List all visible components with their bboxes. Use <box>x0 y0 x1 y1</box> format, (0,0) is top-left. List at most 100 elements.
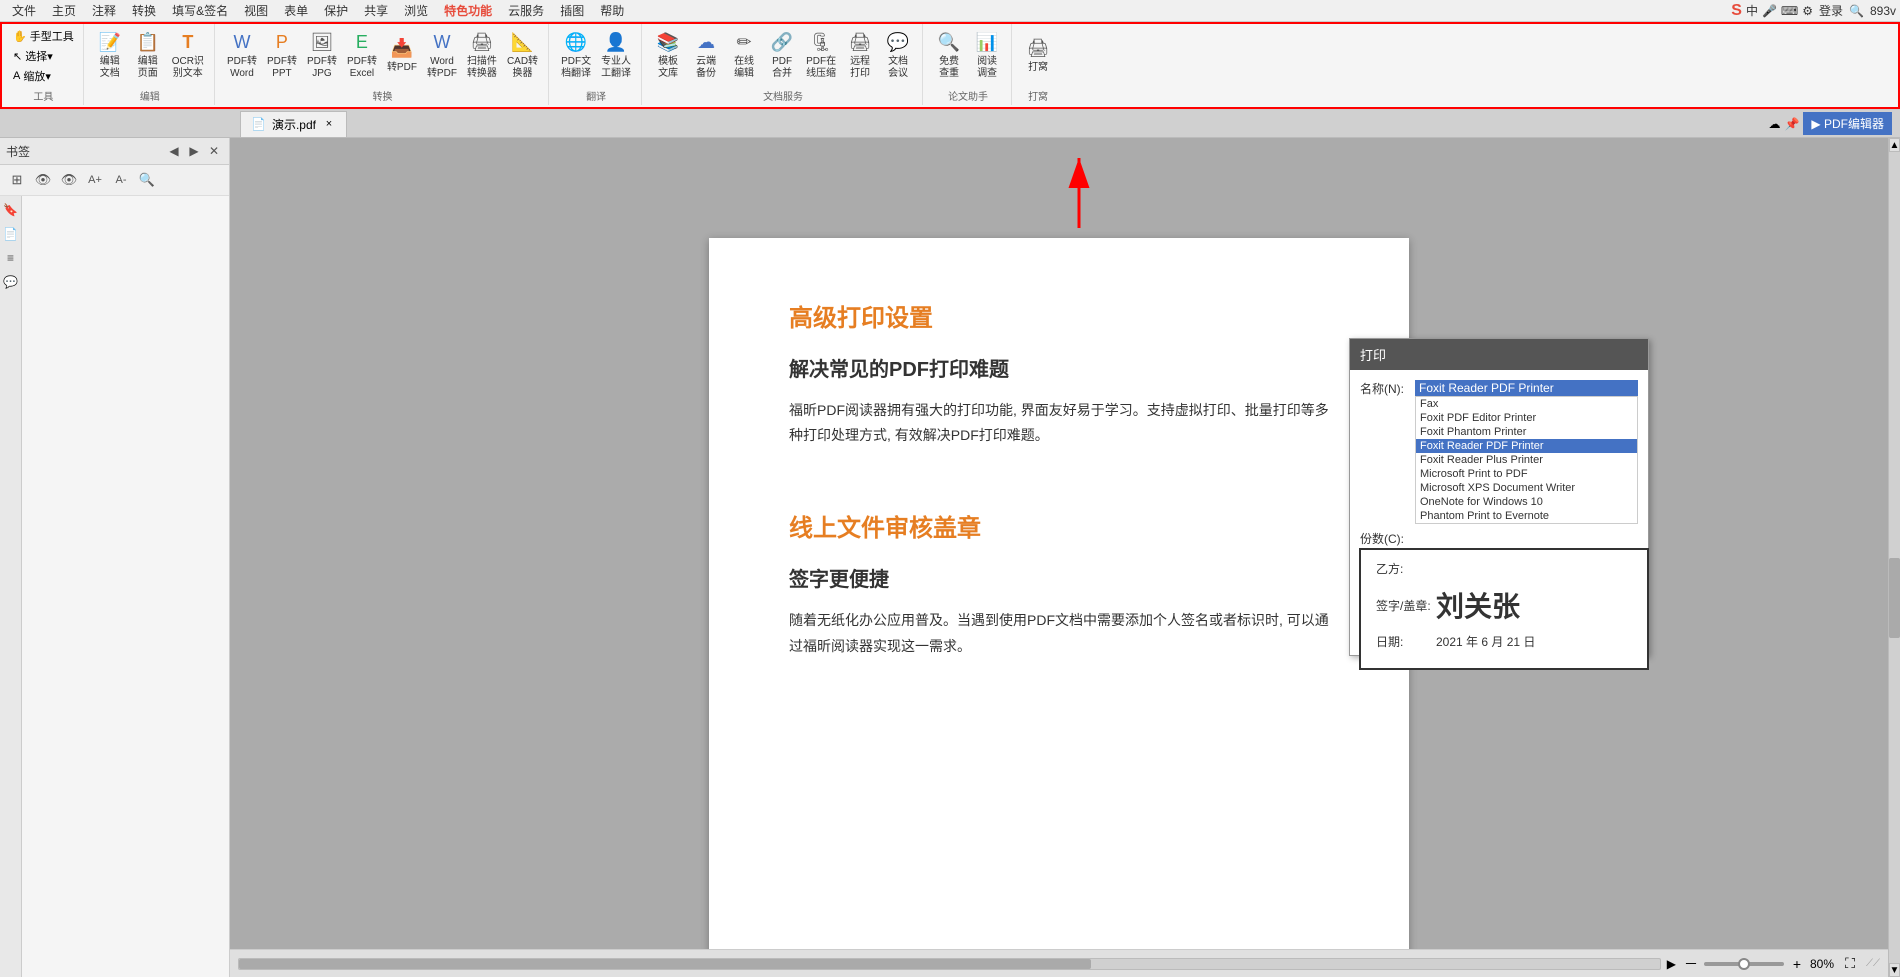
menu-item-share[interactable]: 共享 <box>356 0 396 21</box>
scan-convert-btn[interactable]: 🖨 扫描件转换器 <box>463 30 501 82</box>
vscroll-thumb <box>1889 558 1900 638</box>
pdf-file-tab[interactable]: 📄 演示.pdf × <box>240 111 347 137</box>
vscroll-up-btn[interactable]: ▲ <box>1889 138 1900 152</box>
menu-item-help[interactable]: 帮助 <box>592 0 632 21</box>
to-pdf-icon: 📥 <box>391 38 413 60</box>
menu-item-special[interactable]: 特色功能 <box>436 0 500 21</box>
menu-item-plugin[interactable]: 插图 <box>552 0 592 21</box>
signature-sign-label: 签字/盖章: <box>1376 597 1436 614</box>
pdf-compress-btn[interactable]: 🗜 PDF在线压缩 <box>802 30 840 82</box>
cloud-backup-btn[interactable]: ☁ 云端备份 <box>688 30 724 82</box>
edit-buttons: 📝 编辑文档 📋 编辑页面 T OCR识别文本 <box>92 26 208 86</box>
sidebar-icon-bookmark[interactable]: 🔖 <box>1 200 21 220</box>
printer-foxit-plus[interactable]: Foxit Reader Plus Printer <box>1416 453 1637 467</box>
ocr-btn[interactable]: T OCR识别文本 <box>168 30 208 82</box>
pdf-editor-label[interactable]: ▶ PDF编辑器 <box>1803 112 1892 135</box>
cloud-icon: ☁ <box>697 32 715 54</box>
select-icon: ↖ <box>13 50 22 63</box>
menu-item-convert[interactable]: 转换 <box>124 0 164 21</box>
zoom-in-btn[interactable]: + <box>1788 955 1806 973</box>
hand-tool-btn[interactable]: ✋ 手型工具 <box>10 26 77 46</box>
template-btn[interactable]: 📚 模板文库 <box>650 30 686 82</box>
edit-doc-btn[interactable]: 📝 编辑文档 <box>92 30 128 82</box>
cloud-sync-icon[interactable]: ☁ <box>1768 117 1780 131</box>
pdf-to-excel-btn[interactable]: E PDF转Excel <box>343 30 381 82</box>
to-pdf-btn[interactable]: 📥 转PDF <box>383 36 421 76</box>
printer-onenote[interactable]: OneNote for Windows 10 <box>1416 495 1637 509</box>
zoom-out-btn[interactable]: － <box>1682 955 1700 973</box>
menu-item-protect[interactable]: 保护 <box>316 0 356 21</box>
printer-ms-pdf[interactable]: Microsoft Print to PDF <box>1416 467 1637 481</box>
sogou-keyboard-icon[interactable]: ⌨ <box>1781 4 1798 18</box>
sidebar-tool-a-minus[interactable]: A- <box>110 169 132 191</box>
printer-foxit-reader[interactable]: Foxit Reader PDF Printer <box>1416 439 1637 453</box>
vscroll-track[interactable] <box>1889 152 1900 963</box>
pdf-merge-btn[interactable]: 🔗 PDF合并 <box>764 30 800 82</box>
zoom-slider[interactable] <box>1704 962 1784 966</box>
printer-foxit-editor[interactable]: Foxit PDF Editor Printer <box>1416 411 1637 425</box>
cad-convert-btn[interactable]: 📐 CAD转换器 <box>503 30 542 82</box>
word-to-pdf-btn[interactable]: W Word转PDF <box>423 30 461 82</box>
pdf-to-ppt-btn[interactable]: P PDF转PPT <box>263 30 301 82</box>
search-icon[interactable]: 🔍 <box>1849 4 1864 18</box>
sidebar-tool-grid[interactable]: ⊞ <box>6 169 28 191</box>
select-tool-btn[interactable]: ↖ 选择▾ <box>10 46 77 66</box>
menu-item-comment[interactable]: 注释 <box>84 0 124 21</box>
sidebar-tool-a-plus[interactable]: A+ <box>84 169 106 191</box>
pin-icon[interactable]: 📌 <box>1784 117 1799 131</box>
sidebar-tool-eye1[interactable]: 👁 <box>32 169 54 191</box>
pdf-icon: 📄 <box>251 117 266 131</box>
menu-item-home[interactable]: 主页 <box>44 0 84 21</box>
print-dialog-title: 打印 <box>1350 339 1648 370</box>
sidebar-icon-page[interactable]: 📄 <box>1 224 21 244</box>
pdf-translate-btn[interactable]: 🌐 PDF文档翻译 <box>557 30 595 82</box>
check-duplicate-btn[interactable]: 🔍 免费查重 <box>931 30 967 82</box>
menu-item-file[interactable]: 文件 <box>4 0 44 21</box>
file-tab-close[interactable]: × <box>322 117 336 131</box>
check-dup-icon: 🔍 <box>938 32 960 54</box>
doc-meeting-btn[interactable]: 💬 文档会议 <box>880 30 916 82</box>
horizontal-scrollbar[interactable] <box>238 958 1661 970</box>
scroll-right-arrow[interactable]: ▶ <box>1667 957 1676 971</box>
printer-evernote[interactable]: Phantom Print to Evernote <box>1416 509 1637 523</box>
menu-item-browse[interactable]: 浏览 <box>396 0 436 21</box>
edit-page-btn[interactable]: 📋 编辑页面 <box>130 30 166 82</box>
red-arrow <box>1039 148 1119 238</box>
signature-party-row: 乙方: <box>1376 560 1632 577</box>
remote-print-icon: 🖨 <box>849 32 872 54</box>
sidebar-nav-prev[interactable]: ◀ <box>165 142 183 160</box>
pdf-to-jpg-btn[interactable]: 🖼 PDF转JPG <box>303 30 341 82</box>
menu-item-form[interactable]: 表单 <box>276 0 316 21</box>
print-btn[interactable]: 🖨 打窝 <box>1020 36 1056 76</box>
login-btn[interactable]: 登录 <box>1819 2 1843 19</box>
reading-survey-btn[interactable]: 📊 阅读调查 <box>969 30 1005 82</box>
edit-page-icon: 📋 <box>136 32 158 54</box>
sogou-settings-icon[interactable]: ⚙ <box>1802 4 1813 18</box>
sidebar-nav-next[interactable]: ▶ <box>185 142 203 160</box>
sidebar-icon-comment[interactable]: 💬 <box>1 272 21 292</box>
section2-title: 线上文件审核盖章 <box>789 508 1329 543</box>
pro-translate-btn[interactable]: 👤 专业人工翻译 <box>597 30 635 82</box>
menu-item-cloud[interactable]: 云服务 <box>500 0 552 21</box>
menu-item-view[interactable]: 视图 <box>236 0 276 21</box>
printer-ms-xps[interactable]: Microsoft XPS Document Writer <box>1416 481 1637 495</box>
sidebar-tool-eye2[interactable]: 👁 <box>58 169 80 191</box>
print-selected-printer[interactable]: Foxit Reader PDF Printer <box>1415 380 1638 396</box>
print-name-value: Foxit Reader PDF Printer Fax Foxit PDF E… <box>1415 380 1638 524</box>
remote-print-btn[interactable]: 🖨 远程打印 <box>842 30 878 82</box>
sidebar-tool-search[interactable]: 🔍 <box>136 169 158 191</box>
online-edit-icon: ✏ <box>737 32 752 54</box>
compress-icon: 🗜 <box>810 32 833 54</box>
pdf-to-word-btn[interactable]: W PDF转Word <box>223 30 261 82</box>
sogou-mic-icon[interactable]: 🎤 <box>1762 4 1777 18</box>
menu-item-fill[interactable]: 填写&签名 <box>164 0 236 21</box>
online-edit-btn[interactable]: ✏ 在线编辑 <box>726 30 762 82</box>
printer-fax[interactable]: Fax <box>1416 397 1637 411</box>
sidebar-icon-layers[interactable]: ≡ <box>1 248 21 268</box>
zoom-tool-btn[interactable]: A 缩放▾ <box>10 66 77 86</box>
sidebar-left-icons: 🔖 📄 ≡ 💬 <box>0 196 22 977</box>
fullscreen-btn[interactable]: ⛶ <box>1840 954 1860 974</box>
sidebar-close[interactable]: ✕ <box>205 142 223 160</box>
printer-foxit-phantom[interactable]: Foxit Phantom Printer <box>1416 425 1637 439</box>
section2-body: 随着无纸化办公应用普及。当遇到使用PDF文档中需要添加个人签名或者标识时, 可以… <box>789 608 1329 658</box>
